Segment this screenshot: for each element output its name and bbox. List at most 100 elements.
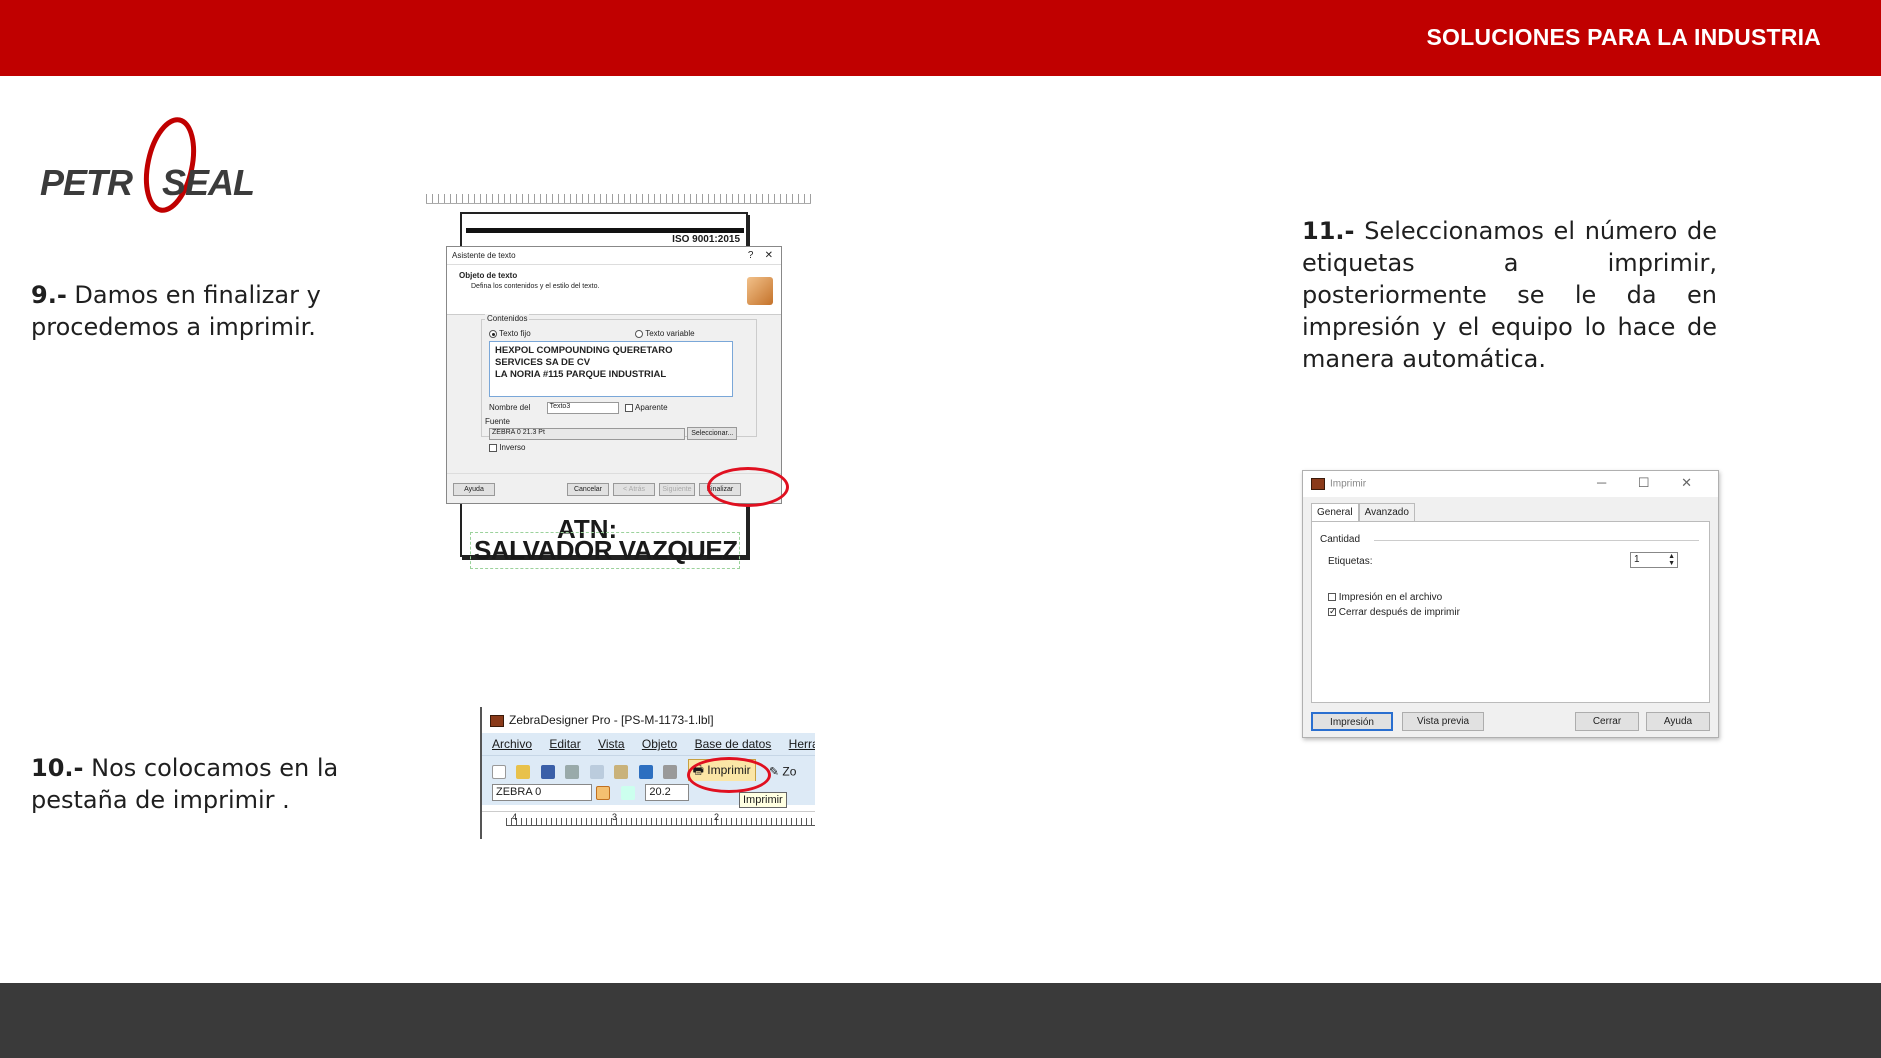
close-icon[interactable]: ✕ bbox=[765, 250, 773, 261]
close-button[interactable]: Cerrar bbox=[1575, 712, 1639, 731]
print-dialog-titlebar: Imprimir ─ ☐ ✕ bbox=[1303, 471, 1718, 497]
zoom-button[interactable]: ✎ Zo bbox=[769, 765, 796, 779]
inverse-row: Inverso bbox=[489, 443, 525, 452]
redo-icon[interactable] bbox=[663, 764, 678, 779]
preview-button[interactable]: Vista previa bbox=[1402, 712, 1484, 731]
cancel-button[interactable]: Cancelar bbox=[567, 483, 609, 496]
close-after-print-label: Cerrar después de imprimir bbox=[1338, 607, 1460, 618]
print-to-file-checkbox[interactable] bbox=[1328, 593, 1336, 602]
labels-count-label: Etiquetas: bbox=[1328, 556, 1373, 567]
rotate-icon[interactable] bbox=[620, 785, 635, 800]
spin-arrows-icon[interactable]: ▲ ▼ bbox=[1668, 553, 1675, 567]
new-file-icon[interactable] bbox=[492, 764, 506, 779]
help-button[interactable]: Ayuda bbox=[1646, 712, 1710, 731]
print-tooltip: Imprimir bbox=[739, 792, 787, 808]
zebra-app-icon bbox=[490, 714, 504, 727]
ruler-mark: 4 bbox=[512, 812, 518, 822]
designer-ruler: 4 3 2 bbox=[482, 811, 815, 831]
name-row: Nombre del Texto3 Aparente bbox=[489, 402, 668, 414]
back-button[interactable]: < Atrás bbox=[613, 483, 655, 496]
radio-fixed-text[interactable] bbox=[489, 329, 497, 338]
print-dialog-tabs: General Avanzado bbox=[1311, 503, 1415, 521]
logo-wordmark: PETR SEAL bbox=[40, 162, 255, 204]
font-style-icon[interactable] bbox=[596, 785, 611, 800]
font-row: ZEBRA 0 21.3 Pt Seleccionar... bbox=[489, 427, 738, 440]
step-9-number: 9.- bbox=[31, 281, 67, 309]
menu-editar[interactable]: Editar bbox=[549, 737, 580, 751]
font-field: ZEBRA 0 21.3 Pt bbox=[489, 427, 685, 440]
dialog-heading: Objeto de texto bbox=[459, 271, 518, 280]
copy-icon[interactable] bbox=[589, 764, 604, 779]
label-iso-text: ISO 9001:2015 bbox=[672, 234, 740, 245]
ruler-ticks bbox=[506, 818, 815, 826]
window-title: ZebraDesigner Pro - [PS-M-1173-1.lbl] bbox=[509, 713, 714, 727]
ruler-mark: 2 bbox=[714, 812, 720, 822]
window-titlebar: ZebraDesigner Pro - [PS-M-1173-1.lbl] bbox=[482, 707, 815, 733]
menu-archivo[interactable]: Archivo bbox=[492, 737, 532, 751]
header-bar: SOLUCIONES PARA LA INDUSTRIA bbox=[0, 0, 1881, 76]
dialog-titlebar: Asistente de texto ? ✕ bbox=[447, 247, 781, 265]
dialog-title: Asistente de texto bbox=[452, 251, 516, 260]
text-line: LA NORIA #115 PARQUE INDUSTRIAL bbox=[495, 369, 667, 380]
pencil-icon bbox=[747, 277, 773, 305]
select-font-button[interactable]: Seleccionar... bbox=[687, 427, 738, 440]
inverse-label: Inverso bbox=[499, 443, 526, 452]
menu-bar: Archivo Editar Vista Objeto Base de dato… bbox=[482, 733, 815, 755]
print-to-file-label: Impresión en el archivo bbox=[1338, 592, 1443, 603]
help-button[interactable]: Ayuda bbox=[453, 483, 495, 496]
next-button[interactable]: Siguiente bbox=[659, 483, 695, 496]
option-close-after-print: Cerrar después de imprimir bbox=[1328, 606, 1460, 618]
save-icon[interactable] bbox=[540, 764, 555, 779]
menu-objeto[interactable]: Objeto bbox=[642, 737, 677, 751]
step-11-description: Seleccionamos el número de etiquetas a i… bbox=[1302, 217, 1717, 373]
logo-text-left: PETR bbox=[40, 162, 133, 203]
divider bbox=[1374, 540, 1699, 541]
open-folder-icon[interactable] bbox=[516, 764, 531, 779]
labels-count-stepper[interactable]: 1 ▲ ▼ bbox=[1630, 552, 1678, 568]
undo-icon[interactable] bbox=[638, 764, 653, 779]
inverse-checkbox[interactable] bbox=[489, 443, 497, 452]
petroseal-logo: PETR SEAL bbox=[40, 110, 290, 220]
dialog-subheading: Defina los contenidos y el estilo del te… bbox=[471, 283, 600, 290]
step-11-number: 11.- bbox=[1302, 217, 1355, 245]
close-after-print-checkbox[interactable] bbox=[1328, 606, 1337, 617]
logo-text-right: SEAL bbox=[162, 162, 255, 203]
step-11-text: 11.- Seleccionamos el número de etiqueta… bbox=[1302, 215, 1717, 375]
dialog-header: Objeto de texto Defina los contenidos y … bbox=[447, 265, 781, 315]
general-panel: Cantidad Etiquetas: 1 ▲ ▼ Impresión en el … bbox=[1311, 521, 1710, 703]
radio-variable-text[interactable] bbox=[635, 329, 644, 338]
footer-bar bbox=[0, 983, 1881, 1058]
name-field[interactable]: Texto3 bbox=[546, 402, 619, 414]
paste-icon[interactable] bbox=[614, 764, 629, 779]
radio-variable-label: Texto variable bbox=[645, 329, 695, 338]
text-content-area[interactable]: HEXPOL COMPOUNDING QUERETARO SERVICES SA… bbox=[489, 341, 733, 397]
print-button[interactable]: Impresión bbox=[1311, 712, 1393, 731]
step-9-description: Damos en finalizar y procedemos a imprim… bbox=[31, 281, 321, 341]
menu-herramientas[interactable]: Herrami bbox=[789, 737, 815, 751]
print-dialog-title: Imprimir bbox=[1330, 478, 1367, 490]
screenshot-zebradesigner: ZebraDesigner Pro - [PS-M-1173-1.lbl] Ar… bbox=[480, 707, 815, 839]
option-print-to-file: Impresión en el archivo bbox=[1328, 592, 1442, 603]
visible-checkbox[interactable] bbox=[625, 404, 634, 412]
highlight-oval-finish bbox=[707, 467, 789, 507]
radio-fixed-label: Texto fijo bbox=[499, 329, 531, 338]
menu-base-de-datos[interactable]: Base de datos bbox=[695, 737, 772, 751]
label-divider bbox=[466, 228, 744, 233]
text-line: SERVICES SA DE CV bbox=[495, 357, 591, 368]
step-10-text: 10.- Nos colocamos en la pestaña de impr… bbox=[31, 752, 441, 816]
font-size-select[interactable]: 20.2 bbox=[645, 784, 690, 802]
contents-label: Contenidos bbox=[485, 314, 530, 323]
window-controls[interactable]: ─ ☐ ✕ bbox=[1597, 475, 1706, 491]
step-9-text: 9.- Damos en finalizar y procedemos a im… bbox=[31, 279, 431, 343]
tab-avanzado[interactable]: Avanzado bbox=[1358, 503, 1415, 521]
menu-vista[interactable]: Vista bbox=[598, 737, 624, 751]
help-icon[interactable]: ? bbox=[748, 250, 754, 261]
cut-icon[interactable] bbox=[565, 764, 580, 779]
font-select[interactable]: ZEBRA 0 bbox=[492, 784, 592, 802]
visible-label: Aparente bbox=[635, 403, 668, 413]
tab-general[interactable]: General bbox=[1311, 503, 1359, 521]
zebra-app-icon bbox=[1311, 478, 1325, 490]
name-label: Nombre del bbox=[489, 403, 531, 413]
step-10-number: 10.- bbox=[31, 754, 84, 782]
designer-ruler bbox=[426, 194, 811, 204]
